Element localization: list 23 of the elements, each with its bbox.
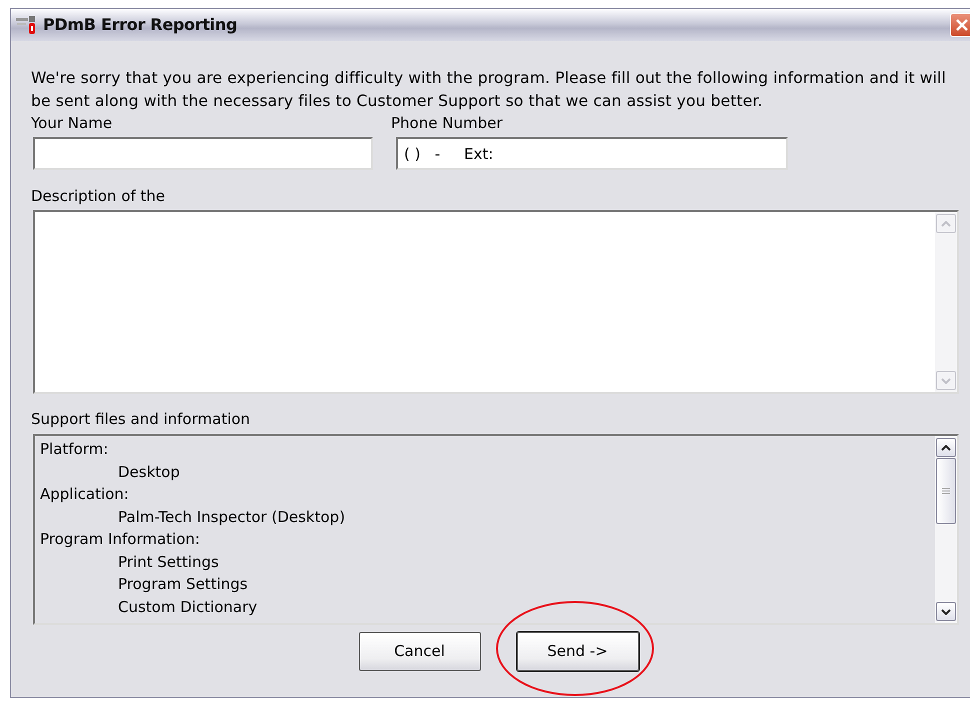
list-item: Print Settings [118, 552, 219, 570]
window-title: PDmB Error Reporting [43, 14, 238, 36]
description-field[interactable] [33, 210, 959, 394]
list-item: Platform: [40, 440, 108, 458]
list-item: Palm-Tech Inspector (Desktop) [118, 508, 346, 526]
list-item: Program Settings [118, 575, 248, 593]
send-button[interactable]: Send -> [516, 632, 638, 671]
list-item: Application: [40, 485, 129, 503]
close-button[interactable] [950, 13, 970, 37]
grip-icon[interactable] [942, 487, 950, 495]
field-label: Description of the [31, 186, 166, 206]
intro-text: We're sorry that you are experiencing difficulty with the program. Please fill out the following information and it will be sent along with the necessary files to Customer Support so that we can assist you better. [31, 68, 947, 112]
list-item: Program Information: [40, 530, 200, 548]
cancel-button[interactable]: Cancel [358, 632, 480, 671]
field-label: Phone Number [391, 113, 504, 133]
field-label: Support files and information [31, 409, 252, 429]
list-item: Custom Dictionary [118, 598, 258, 616]
scrollbar[interactable] [935, 436, 957, 623]
close-icon [954, 17, 970, 33]
name-field[interactable] [33, 137, 373, 170]
list-item: Desktop [118, 462, 180, 480]
field-label: Your Name [31, 113, 114, 133]
phone-field[interactable]: ( ) - Ext: [396, 137, 788, 170]
